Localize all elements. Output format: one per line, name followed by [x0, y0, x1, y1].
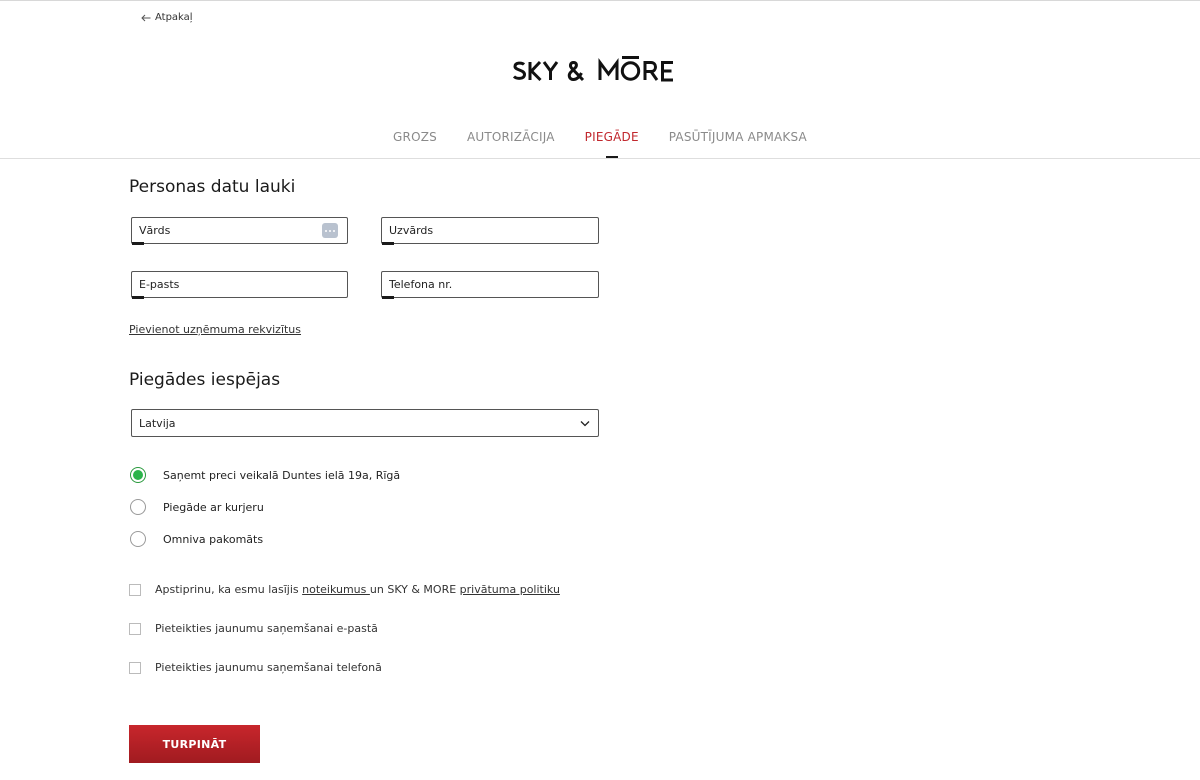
terms-checkbox[interactable]: [129, 583, 141, 596]
terms-consent-row: Apstiprinu, ka esmu lasījis noteikumus u…: [129, 583, 560, 596]
back-link[interactable]: Atpakaļ: [141, 12, 193, 23]
last-name-input[interactable]: [382, 218, 598, 243]
first-name-field[interactable]: [131, 217, 348, 245]
delivery-option-label: Omniva pakomāts: [163, 532, 264, 546]
back-label: Atpakaļ: [155, 12, 193, 23]
autofill-icon[interactable]: [322, 223, 338, 238]
personal-data-title: Personas datu lauki: [129, 177, 296, 197]
radio-unselected[interactable]: [130, 531, 146, 547]
phone-field[interactable]: [381, 271, 599, 299]
continue-button[interactable]: TURPINĀT: [129, 725, 260, 763]
delivery-option-parcel-locker[interactable]: Omniva pakomāts: [130, 531, 263, 547]
newsletter-email-checkbox[interactable]: [129, 622, 141, 635]
newsletter-phone-row: Pieteikties jaunumu saņemšanai telefonā: [129, 661, 382, 674]
step-cart[interactable]: GROZS: [393, 130, 437, 158]
field-focus-mark: [132, 242, 144, 245]
add-company-details-link[interactable]: Pievienot uzņēmuma rekvizītus: [129, 323, 301, 336]
step-payment[interactable]: PASŪTĪJUMA APMAKSA: [669, 130, 807, 158]
steps-divider: [0, 158, 1200, 159]
step-cart-label: GROZS: [393, 130, 437, 144]
country-select[interactable]: Latvija: [131, 409, 599, 437]
step-authorization-label: AUTORIZĀCIJA: [466, 130, 555, 144]
delivery-options-title: Piegādes iespējas: [129, 370, 281, 390]
terms-prefix: Apstiprinu, ka esmu lasījis: [155, 583, 303, 596]
newsletter-phone-label: Pieteikties jaunumu saņemšanai telefonā: [155, 661, 382, 674]
field-focus-mark: [132, 296, 144, 299]
privacy-policy-link[interactable]: privātuma politiku: [460, 583, 560, 596]
step-payment-label: PASŪTĪJUMA APMAKSA: [668, 130, 807, 144]
first-name-input[interactable]: [132, 218, 347, 243]
delivery-option-label: Piegāde ar kurjeru: [163, 500, 264, 514]
country-selected-value: Latvija: [139, 416, 176, 430]
checkout-steps: GROZS AUTORIZĀCIJA PIEGĀDE PASŪTĪJUMA AP…: [0, 130, 1200, 158]
field-focus-mark: [382, 296, 394, 299]
step-authorization[interactable]: AUTORIZĀCIJA: [467, 130, 555, 158]
top-border: [0, 0, 1200, 1]
delivery-option-courier[interactable]: Piegāde ar kurjeru: [130, 499, 264, 515]
terms-link[interactable]: noteikumus: [302, 583, 370, 596]
step-delivery[interactable]: PIEGĀDE: [585, 130, 639, 158]
step-delivery-label: PIEGĀDE: [584, 130, 639, 144]
last-name-field[interactable]: [381, 217, 599, 245]
chevron-down-icon: [580, 420, 590, 426]
radio-unselected[interactable]: [130, 499, 146, 515]
newsletter-email-row: Pieteikties jaunumu saņemšanai e-pastā: [129, 622, 378, 635]
email-field[interactable]: [131, 271, 348, 299]
sky-and-more-logo: [512, 56, 673, 82]
delivery-option-label: Saņemt preci veikalā Duntes ielā 19a, Rī…: [163, 468, 401, 482]
terms-text: Apstiprinu, ka esmu lasījis noteikumus u…: [155, 583, 560, 596]
phone-input[interactable]: [382, 272, 598, 297]
terms-middle: un SKY & MORE: [369, 583, 460, 596]
email-input[interactable]: [132, 272, 347, 297]
field-focus-mark: [382, 242, 394, 245]
brand-logo[interactable]: [0, 56, 1200, 90]
newsletter-email-label: Pieteikties jaunumu saņemšanai e-pastā: [155, 622, 378, 635]
newsletter-phone-checkbox[interactable]: [129, 661, 141, 674]
arrow-left-icon: [141, 14, 151, 21]
delivery-option-store[interactable]: Saņemt preci veikalā Duntes ielā 19a, Rī…: [130, 467, 400, 483]
radio-selected[interactable]: [130, 467, 146, 483]
